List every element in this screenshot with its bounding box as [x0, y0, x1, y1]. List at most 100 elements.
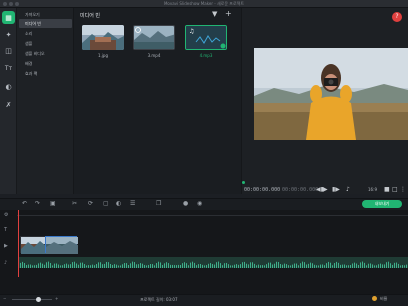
color-icon: ◐ — [116, 200, 122, 207]
tools-icon: ✗ — [5, 100, 12, 109]
import-tool-button[interactable]: ▦ — [2, 11, 15, 24]
record-icon: ◉ — [197, 200, 203, 207]
play-button[interactable]: ▶ — [323, 186, 328, 193]
media-thumbnail-image[interactable] — [82, 25, 124, 50]
question-icon: ? — [395, 13, 399, 20]
microphone-icon: ● — [183, 200, 189, 207]
add-icon[interactable]: + — [225, 9, 232, 18]
clip-thumb — [46, 237, 78, 254]
status-bar — [0, 294, 408, 306]
category-item[interactable]: 가져오기 — [19, 10, 72, 19]
help-button[interactable]: ? — [392, 12, 402, 22]
overlay-icon: ❐ — [156, 200, 162, 207]
cut-button[interactable]: ✂ — [72, 198, 77, 210]
audio-waveform — [18, 261, 407, 268]
volume-button[interactable]: ♪ — [346, 186, 350, 193]
play-icon: ▶ — [323, 186, 328, 193]
redo-icon: ↷ — [35, 200, 41, 207]
zoom-out-icon[interactable]: − — [3, 296, 6, 301]
category-item[interactable]: 샘플 — [19, 39, 72, 48]
category-panel: 가져오기 미디어 빈 소리 샘플 샘플 비디오 배경 효과 팩 — [17, 8, 74, 194]
more-icon: ⋮ — [400, 186, 406, 193]
filters-tool-button[interactable]: ◐ — [2, 80, 15, 93]
wand-icon: ✦ — [5, 30, 12, 39]
playhead[interactable] — [18, 210, 19, 277]
zoom-slider[interactable] — [12, 299, 52, 300]
audio-track-icon: ♪ — [4, 260, 8, 266]
timeline-clip-image[interactable] — [20, 236, 46, 254]
rotate-icon: ⟳ — [88, 200, 94, 207]
export-button[interactable]: 내보내기 — [362, 200, 402, 208]
preview-scrubber[interactable] — [242, 181, 245, 184]
transitions-tool-button[interactable]: ◫ — [2, 44, 15, 57]
snapshot-button[interactable]: ■ — [384, 186, 390, 193]
fullscreen-button[interactable]: □ — [392, 186, 398, 193]
media-item-name: 3.mp4 — [147, 53, 161, 58]
category-item-media-bin[interactable]: 미디어 빈 — [19, 19, 72, 28]
filter-icon[interactable]: ▼ — [212, 10, 217, 18]
title-track-icon: T — [4, 227, 8, 233]
trash-icon: ▣ — [50, 200, 56, 207]
media-item-name-selected: 4.mp3 — [199, 53, 213, 58]
project-duration: 프로젝트 길이: 03:07 — [140, 297, 178, 302]
delete-button[interactable]: ▣ — [50, 198, 56, 210]
rotate-button[interactable]: ⟳ — [88, 198, 93, 210]
clip-properties-button[interactable]: ☰ — [130, 198, 135, 210]
lake-video-thumb — [134, 26, 174, 49]
speaker-icon: ♪ — [346, 186, 350, 193]
skip-forward-icon: ▮▶ — [332, 186, 340, 193]
snapshot-icon: ■ — [384, 186, 390, 193]
category-item[interactable]: 배경 — [19, 59, 72, 68]
timeline-clip-video[interactable] — [45, 236, 78, 254]
titles-tool-button[interactable]: Tт — [2, 62, 15, 75]
scale-icon — [372, 296, 377, 301]
total-time: 00:00:00.000 — [282, 187, 319, 193]
tool-rail: ▦ ✦ ◫ Tт ◐ ✗ — [0, 8, 17, 194]
scale-label[interactable]: 비율 — [380, 296, 387, 302]
video-track-icon: ▶ — [4, 243, 8, 249]
crop-icon: ▢ — [103, 200, 109, 207]
record-audio-button[interactable]: ● — [183, 198, 188, 210]
timeline-audio-clip[interactable] — [18, 257, 408, 268]
titles-icon: Tт — [4, 65, 13, 72]
undo-icon: ↶ — [22, 200, 28, 207]
record-screen-button[interactable]: ◉ — [197, 198, 202, 210]
window-title: Movavi Slideshow Maker - 새로운 프로젝트 — [163, 1, 245, 6]
fullscreen-icon: □ — [392, 186, 398, 193]
media-item-name: 1.jpg — [97, 53, 108, 58]
zoom-slider-handle[interactable] — [36, 297, 41, 302]
media-thumbnail-video[interactable] — [133, 25, 175, 50]
redo-button[interactable]: ↷ — [35, 198, 40, 210]
import-icon: ▦ — [5, 13, 12, 22]
audio-thumb: ♫ — [186, 26, 226, 49]
transitions-icon: ◫ — [5, 46, 12, 55]
preview-image-woman-camera — [254, 48, 408, 140]
zoom-in-icon[interactable]: + — [55, 296, 58, 301]
crop-button[interactable]: ▢ — [103, 198, 109, 210]
list-icon: ☰ — [130, 200, 136, 207]
current-time: 00:00:00.000 — [244, 187, 281, 193]
more-tools-button[interactable]: ✗ — [2, 98, 15, 111]
add-track-icon[interactable]: ⚙ — [4, 212, 8, 218]
aspect-ratio-select[interactable]: 16:9 — [368, 187, 377, 192]
clip-thumb — [21, 237, 46, 254]
category-item[interactable]: 샘플 비디오 — [19, 49, 72, 58]
svg-text:♫: ♫ — [189, 28, 194, 35]
title-bar: Movavi Slideshow Maker - 새로운 프로젝트 — [0, 0, 408, 8]
color-adjust-button[interactable]: ◐ — [116, 198, 121, 210]
overlay-button[interactable]: ❐ — [156, 198, 161, 210]
timeline-toolbar — [0, 198, 408, 210]
media-bin-title: 미디어 빈 — [80, 13, 100, 19]
next-frame-button[interactable]: ▮▶ — [332, 186, 340, 193]
time-ruler[interactable] — [17, 210, 408, 216]
more-options-button[interactable]: ⋮ — [400, 186, 406, 193]
media-thumbnail-audio[interactable]: ♫ — [185, 25, 227, 50]
category-item[interactable]: 효과 팩 — [19, 69, 72, 78]
edit-tool-button[interactable]: ✦ — [2, 28, 15, 41]
filter-circle-icon: ◐ — [5, 82, 12, 91]
scissors-icon: ✂ — [72, 200, 78, 207]
preview-player[interactable] — [254, 48, 408, 140]
mountain-image-thumb — [82, 25, 124, 50]
category-item[interactable]: 소리 — [19, 29, 72, 38]
undo-button[interactable]: ↶ — [22, 198, 27, 210]
